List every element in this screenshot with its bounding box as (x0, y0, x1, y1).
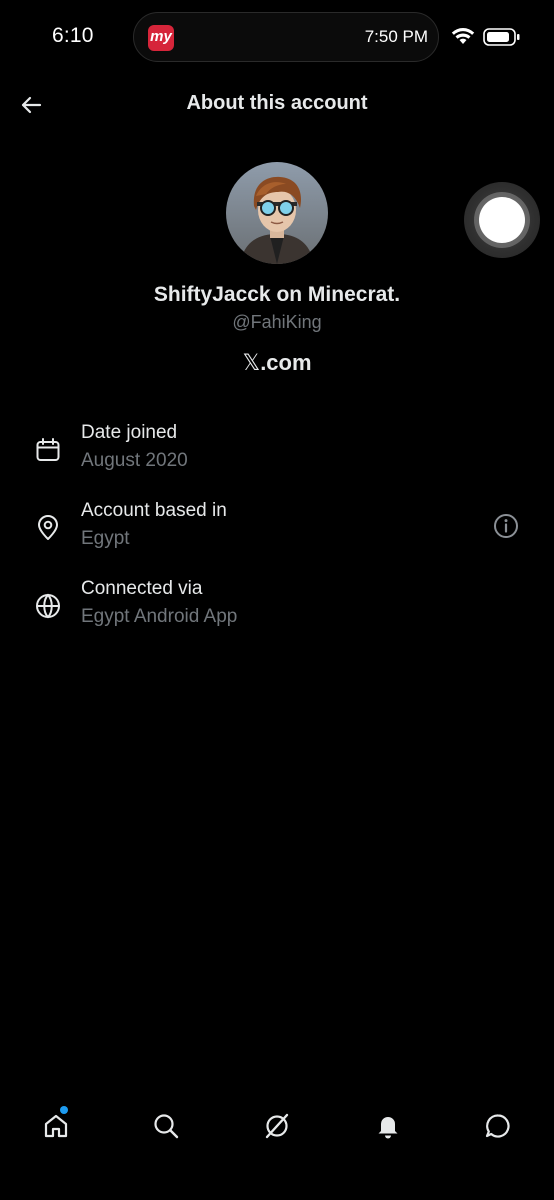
nav-grok[interactable] (257, 1106, 297, 1146)
globe-icon (34, 592, 62, 620)
home-icon (44, 1114, 68, 1138)
unread-badge (60, 1106, 68, 1114)
info-row-value: Egypt (81, 528, 130, 549)
dynamic-island-pill[interactable]: my 7:50 PM (133, 12, 439, 62)
pill-time: 7:50 PM (364, 27, 428, 46)
nav-messages[interactable] (478, 1106, 518, 1146)
bottom-nav (0, 1098, 554, 1154)
info-row-account-based-in: Account based in Egypt (0, 500, 554, 560)
info-icon[interactable] (492, 512, 520, 540)
nav-search[interactable] (146, 1106, 186, 1146)
account-handle: @FahiKing (232, 312, 322, 332)
notifications-icon (378, 1117, 398, 1139)
info-row-label: Account based in (81, 500, 227, 521)
wifi-icon (451, 27, 475, 45)
messages-icon (485, 1114, 510, 1138)
info-row-label: Connected via (81, 578, 203, 599)
x-logo-icon: 𝕏 (242, 351, 261, 376)
calendar-icon (34, 436, 62, 464)
battery-icon (483, 28, 521, 46)
app-badge-icon: my (148, 25, 174, 51)
page-title: About this account (186, 92, 368, 114)
info-row-label: Date joined (81, 422, 178, 443)
status-bar: 6:10 my 7:50 PM (0, 0, 554, 76)
assistive-touch-button[interactable] (464, 182, 540, 258)
site-label: 𝕏.com (0, 350, 554, 376)
info-row-date-joined: Date joined August 2020 (0, 422, 554, 482)
status-clock: 6:10 (52, 24, 94, 47)
info-row-connected-via: Connected via Egypt Android App (0, 578, 554, 638)
nav-home[interactable] (36, 1106, 76, 1146)
avatar[interactable] (226, 162, 328, 264)
info-row-value: August 2020 (81, 450, 188, 471)
search-icon (154, 1114, 179, 1139)
location-pin-icon (34, 514, 62, 542)
display-name: ShiftyJacck on Minecrat. (153, 283, 401, 306)
grok-icon (265, 1113, 289, 1139)
site-domain: .com (260, 350, 312, 375)
nav-notifications[interactable] (368, 1106, 408, 1146)
assistive-touch-icon (479, 197, 525, 243)
info-row-value: Egypt Android App (81, 606, 238, 627)
